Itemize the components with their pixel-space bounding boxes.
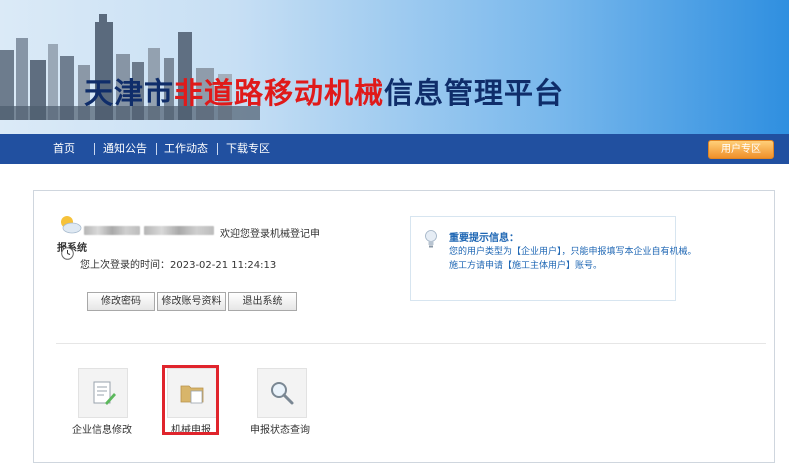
notice-title: 重要提示信息： — [449, 233, 519, 244]
nav-announcements[interactable]: 通知公告 — [103, 134, 147, 164]
nav-home[interactable]: 首页 — [53, 134, 75, 164]
nav-separator — [217, 143, 218, 155]
title-prefix: 天津市 — [84, 76, 175, 110]
nav-downloads[interactable]: 下载专区 — [226, 134, 270, 164]
notice-line: 您的用户类型为【企业用户】，只能申报填写本企业自有机械。 — [449, 247, 697, 257]
status-query-label[interactable]: 申报状态查询 — [250, 421, 310, 436]
welcome-text: 欢迎您登录机械登记申 — [220, 229, 320, 240]
nav-work-updates[interactable]: 工作动态 — [164, 134, 208, 164]
magnifier-icon — [271, 382, 294, 405]
last-login-time: 您上次登录的时间：2023-02-21 11:24:13 — [80, 260, 277, 271]
user-zone-button[interactable]: 用户专区 — [708, 140, 774, 159]
company-info-edit-label[interactable]: 企业信息修改 — [72, 421, 132, 436]
logout-button[interactable]: 退出系统 — [228, 292, 297, 311]
nav-separator — [94, 143, 95, 155]
nav-separator — [156, 143, 157, 155]
redacted-company — [144, 226, 214, 235]
header-banner: 天津市非道路移动机械信息管理平台 — [0, 0, 789, 134]
redacted-username — [84, 226, 140, 235]
clock-icon — [61, 247, 74, 260]
title-highlight: 非道路移动机械 — [174, 76, 385, 110]
status-query-tile[interactable] — [257, 368, 307, 418]
edit-account-button[interactable]: 修改账号资料 — [157, 292, 226, 311]
site-title: 天津市非道路移动机械信息管理平台 — [84, 70, 564, 112]
section-divider — [56, 343, 766, 344]
weather-icon — [61, 216, 82, 234]
title-suffix: 信息管理平台 — [384, 76, 565, 110]
document-edit-icon — [93, 381, 116, 405]
notice-line: 施工方请申请【施工主体用户】账号。 — [449, 261, 603, 271]
main-nav: 首页 通知公告 工作动态 下载专区 — [0, 134, 789, 164]
company-info-edit-tile[interactable] — [78, 368, 128, 418]
change-password-button[interactable]: 修改密码 — [87, 292, 155, 311]
lightbulb-icon — [425, 230, 437, 248]
highlight-box — [162, 365, 219, 435]
